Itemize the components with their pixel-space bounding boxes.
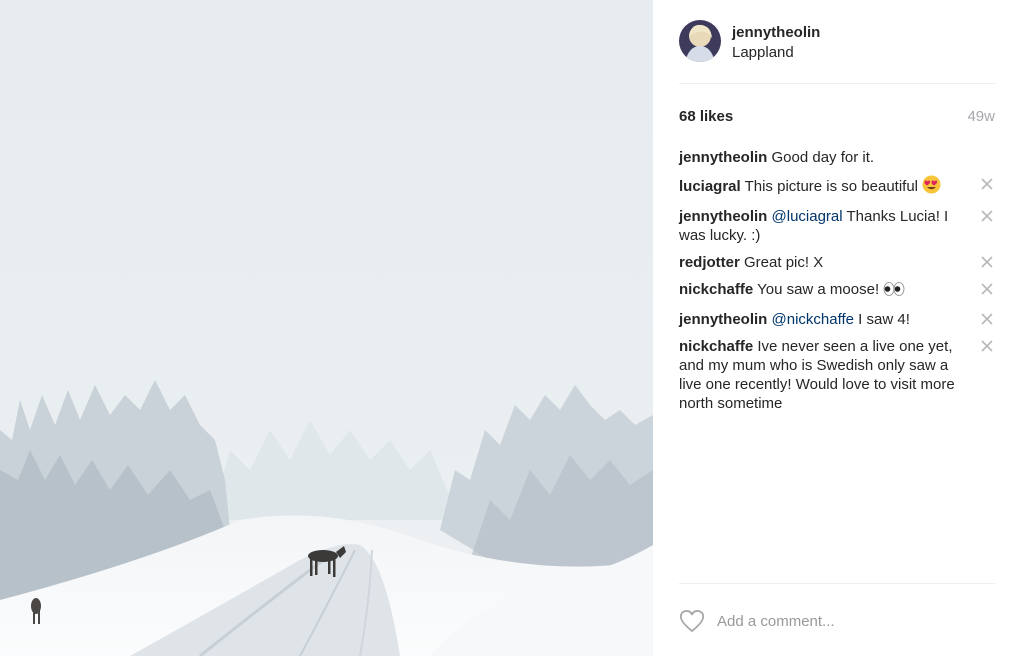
post-age[interactable]: 49w xyxy=(967,108,995,125)
close-icon xyxy=(981,210,993,222)
close-icon xyxy=(981,340,993,352)
comment-item: luciagral This picture is so beautiful xyxy=(679,175,995,199)
heart-eyes-emoji-icon xyxy=(922,175,941,199)
comment-author[interactable]: jennytheolin xyxy=(679,149,767,166)
comment-author[interactable]: jennytheolin xyxy=(679,311,767,328)
comment-author[interactable]: nickchaffe xyxy=(679,338,753,355)
close-icon xyxy=(981,178,993,190)
delete-comment-button[interactable] xyxy=(979,281,995,297)
post-photo[interactable] xyxy=(0,0,653,656)
close-icon xyxy=(981,283,993,295)
snowy-road-moose-image xyxy=(0,0,653,656)
comment-text: I saw 4! xyxy=(854,311,910,328)
comment-mention[interactable]: @nickchaffe xyxy=(772,311,855,328)
comment-author[interactable]: luciagral xyxy=(679,178,741,195)
comment-author[interactable]: jennytheolin xyxy=(679,208,767,225)
comment-item: jennytheolin Good day for it. xyxy=(679,148,995,167)
comment-item: nickchaffe You saw a moose! xyxy=(679,280,995,302)
comment-text: Great pic! X xyxy=(739,254,824,271)
post-details-panel: jennytheolin Lappland 68 likes 49w jenny… xyxy=(653,0,1018,656)
eyes-emoji-icon xyxy=(883,281,905,302)
close-icon xyxy=(981,256,993,268)
delete-comment-button[interactable] xyxy=(979,208,995,224)
comment-item: nickchaffe Ive never seen a live one yet… xyxy=(679,337,995,413)
user-avatar-image xyxy=(679,20,721,62)
comment-footer xyxy=(679,583,995,656)
delete-comment-button[interactable] xyxy=(979,311,995,327)
add-comment-input[interactable] xyxy=(717,608,987,634)
comment-author[interactable]: redjotter xyxy=(679,254,740,271)
heart-outline-icon xyxy=(679,610,705,632)
post-stats: 68 likes 49w xyxy=(679,108,995,128)
comment-text: Good day for it. xyxy=(767,149,875,166)
likes-count[interactable]: 68 likes xyxy=(679,108,733,125)
comment-author[interactable]: nickchaffe xyxy=(679,281,753,298)
comment-list: jennytheolin Good day for it. luciagral … xyxy=(679,148,995,421)
comment-item: jennytheolin @luciagral Thanks Lucia! I … xyxy=(679,207,995,245)
comment-item: redjotter Great pic! X xyxy=(679,253,995,272)
like-button[interactable] xyxy=(679,609,705,633)
delete-comment-button[interactable] xyxy=(979,254,995,270)
delete-comment-button[interactable] xyxy=(979,338,995,354)
comment-mention[interactable]: @luciagral xyxy=(772,208,843,225)
post-header: jennytheolin Lappland xyxy=(679,20,995,84)
comment-text: This picture is so beautiful xyxy=(740,178,923,195)
post-location[interactable]: Lappland xyxy=(732,44,794,61)
close-icon xyxy=(981,313,993,325)
comment-text: You saw a moose! xyxy=(753,281,884,298)
post-username[interactable]: jennytheolin xyxy=(732,24,820,41)
delete-comment-button[interactable] xyxy=(979,176,995,192)
comment-item: jennytheolin @nickchaffe I saw 4! xyxy=(679,310,995,329)
avatar[interactable] xyxy=(679,20,721,62)
